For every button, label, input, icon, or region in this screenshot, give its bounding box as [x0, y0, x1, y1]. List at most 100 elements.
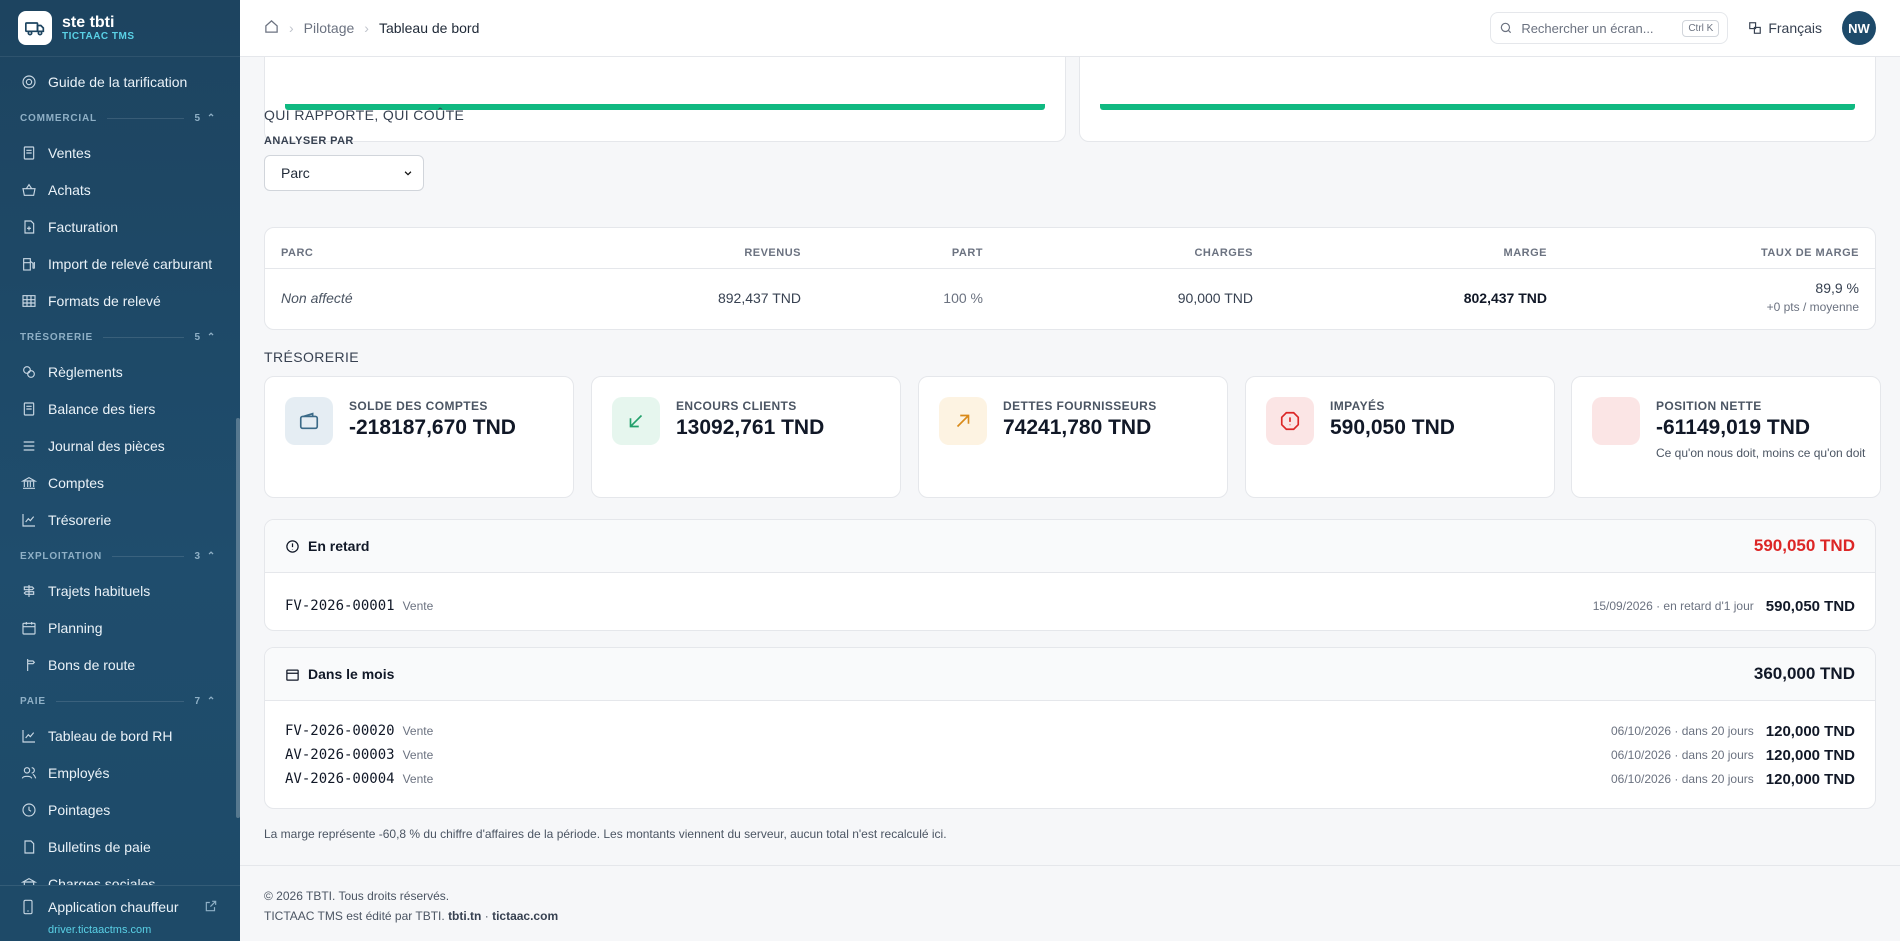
section-title: PAIE: [20, 695, 46, 707]
month-header: Dans le mois 360,000 TND: [265, 648, 1875, 701]
arrow-down-left-icon: [612, 397, 660, 445]
profitability-table: PARC REVENUS PART CHARGES MARGE TAUX DE …: [264, 227, 1876, 330]
search-input[interactable]: Rechercher un écran... Ctrl K: [1490, 12, 1729, 44]
sidebar-item-tresorerie[interactable]: Trésorerie: [0, 501, 240, 538]
sidebar-item-tableau-rh[interactable]: Tableau de bord RH: [0, 717, 240, 754]
sidebar-item-label: Import de relevé carburant: [48, 255, 213, 272]
breadcrumb-current: Tableau de bord: [378, 20, 480, 36]
external-link-icon: [204, 899, 218, 916]
footer-edited-by: TICTAAC TMS est édité par TBTI.: [264, 909, 445, 923]
section-count: 5: [194, 112, 201, 124]
users-icon: [20, 764, 38, 782]
wallet-icon: [285, 397, 333, 445]
section-tresorerie[interactable]: TRÉSORERIE 5 ⌃: [0, 321, 240, 353]
col-header-revenus[interactable]: REVENUS: [744, 247, 801, 259]
sidebar-item-label: Règlements: [48, 363, 123, 380]
sidebar-item-pointages[interactable]: Pointages: [0, 791, 240, 828]
brand[interactable]: ste tbti TICTAAC TMS: [0, 0, 240, 57]
kpi-encours-clients: ENCOURS CLIENTS 13092,761 TND: [591, 376, 901, 498]
page-footer: © 2026 TBTI. Tous droits réservés. TICTA…: [240, 865, 1900, 941]
brand-name: ste tbti: [62, 14, 115, 31]
list-item[interactable]: AV-2026-00004 Vente 06/10/2026 · dans 20…: [265, 767, 1875, 791]
list-item[interactable]: FV-2026-00020 Vente 06/10/2026 · dans 20…: [265, 719, 1875, 743]
sidebar-item-label: Tableau de bord RH: [48, 727, 173, 744]
section-paie[interactable]: PAIE 7 ⌃: [0, 685, 240, 717]
col-header-taux[interactable]: TAUX DE MARGE: [1761, 247, 1859, 259]
col-header-part[interactable]: PART: [952, 247, 983, 259]
cell-charges: 90,000 TND: [1177, 290, 1253, 306]
section-commercial[interactable]: COMMERCIAL 5 ⌃: [0, 102, 240, 134]
footer-link-tbti[interactable]: tbti.tn: [448, 909, 481, 923]
sidebar-item-bons-route[interactable]: Bons de route: [0, 646, 240, 683]
sidebar-nav: Guide de la tarification COMMERCIAL 5 ⌃ …: [0, 57, 240, 885]
avatar[interactable]: NW: [1842, 11, 1876, 45]
sidebar-item-achats[interactable]: Achats: [0, 171, 240, 208]
col-header-marge[interactable]: MARGE: [1504, 247, 1547, 259]
sidebar-item-label: Comptes: [48, 474, 105, 491]
late-card: En retard 590,050 TND FV-2026-00001 Vent…: [264, 519, 1876, 631]
driver-app-link[interactable]: Application chauffeur: [0, 890, 240, 924]
sidebar-item-facturation[interactable]: Facturation: [0, 208, 240, 245]
item-kind: Vente: [402, 772, 434, 786]
sidebar-item-charges-sociales[interactable]: Charges sociales: [0, 865, 240, 885]
item-kind: Vente: [402, 724, 434, 738]
coins-icon: [20, 363, 38, 381]
month-title: Dans le mois: [308, 666, 395, 682]
sidebar-item-planning[interactable]: Planning: [0, 609, 240, 646]
section-title: EXPLOITATION: [20, 550, 103, 562]
calendar-icon: [285, 667, 300, 682]
sidebar-item-label: Employés: [48, 764, 110, 781]
kpi-value: -218187,670 TND: [349, 416, 516, 439]
chevron-up-icon: ⌃: [206, 331, 216, 343]
item-amount: 120,000 TND: [1765, 746, 1855, 764]
kpi-value: 74241,780 TND: [1003, 416, 1152, 439]
sidebar-item-balance-tiers[interactable]: Balance des tiers: [0, 390, 240, 427]
section-exploitation[interactable]: EXPLOITATION 3 ⌃: [0, 540, 240, 572]
phone-icon: [20, 899, 38, 915]
cell-revenus: 892,437 TND: [717, 290, 801, 306]
cell-taux: 89,9 %: [1815, 280, 1859, 296]
bank-icon: [20, 474, 38, 492]
sidebar-item-trajets[interactable]: Trajets habituels: [0, 572, 240, 609]
list-item[interactable]: FV-2026-00001 Vente 15/09/2026 · en reta…: [265, 594, 1875, 618]
item-date: 15/09/2026 · en retard d'1 jour: [1592, 599, 1754, 613]
receipt-icon: [20, 400, 38, 418]
chevron-right-icon: ›: [364, 20, 369, 36]
sidebar-item-label: Trajets habituels: [48, 582, 151, 599]
col-header-charges[interactable]: CHARGES: [1194, 247, 1253, 259]
sidebar-item-ventes[interactable]: Ventes: [0, 134, 240, 171]
cell-taux-sub: +0 pts / moyenne: [1766, 300, 1859, 314]
sidebar-item-comptes[interactable]: Comptes: [0, 464, 240, 501]
kpi-position-nette: POSITION NETTE -61149,019 TND Ce qu'on n…: [1571, 376, 1881, 498]
table-icon: [20, 292, 38, 310]
chevron-right-icon: ›: [289, 20, 294, 36]
sidebar-item-import-carburant[interactable]: Import de relevé carburant: [0, 245, 240, 282]
list-item[interactable]: AV-2026-00003 Vente 06/10/2026 · dans 20…: [265, 743, 1875, 767]
sidebar-item-label: Ventes: [48, 144, 91, 161]
sidebar-item-label: Bons de route: [48, 656, 136, 673]
language-switcher[interactable]: Français: [1748, 20, 1822, 36]
kpi-value: 13092,761 TND: [676, 416, 825, 439]
col-header-parc[interactable]: PARC: [281, 247, 313, 259]
kpi-impayes: IMPAYÉS 590,050 TND: [1245, 376, 1555, 498]
sidebar-item-formats-releve[interactable]: Formats de relevé: [0, 282, 240, 319]
sidebar-item-guide-tarification[interactable]: Guide de la tarification: [0, 63, 240, 100]
chart-line-icon: [20, 727, 38, 745]
home-icon[interactable]: [264, 19, 279, 37]
sidebar-item-journal-pieces[interactable]: Journal des pièces: [0, 427, 240, 464]
kpi-dettes-fournisseurs: DETTES FOURNISSEURS 74241,780 TND: [918, 376, 1228, 498]
sidebar-item-reglements[interactable]: Règlements: [0, 353, 240, 390]
breadcrumb-pilotage[interactable]: Pilotage: [304, 20, 355, 36]
analyze-label: ANALYSER PAR: [264, 135, 354, 147]
sidebar-item-employes[interactable]: Employés: [0, 754, 240, 791]
cell-marge: 802,437 TND: [1463, 290, 1547, 306]
cell-part: 100 %: [943, 290, 983, 306]
chevron-down-icon: [403, 165, 413, 181]
section-count: 3: [194, 550, 201, 562]
driver-app-url[interactable]: driver.tictaactms.com: [0, 924, 240, 936]
section-title: COMMERCIAL: [20, 112, 97, 124]
footer-link-tictaac[interactable]: tictaac.com: [492, 909, 558, 923]
sidebar-item-bulletins[interactable]: Bulletins de paie: [0, 828, 240, 865]
analyze-select[interactable]: Parc: [264, 155, 424, 191]
cell-parc: Non affecté: [281, 290, 353, 306]
